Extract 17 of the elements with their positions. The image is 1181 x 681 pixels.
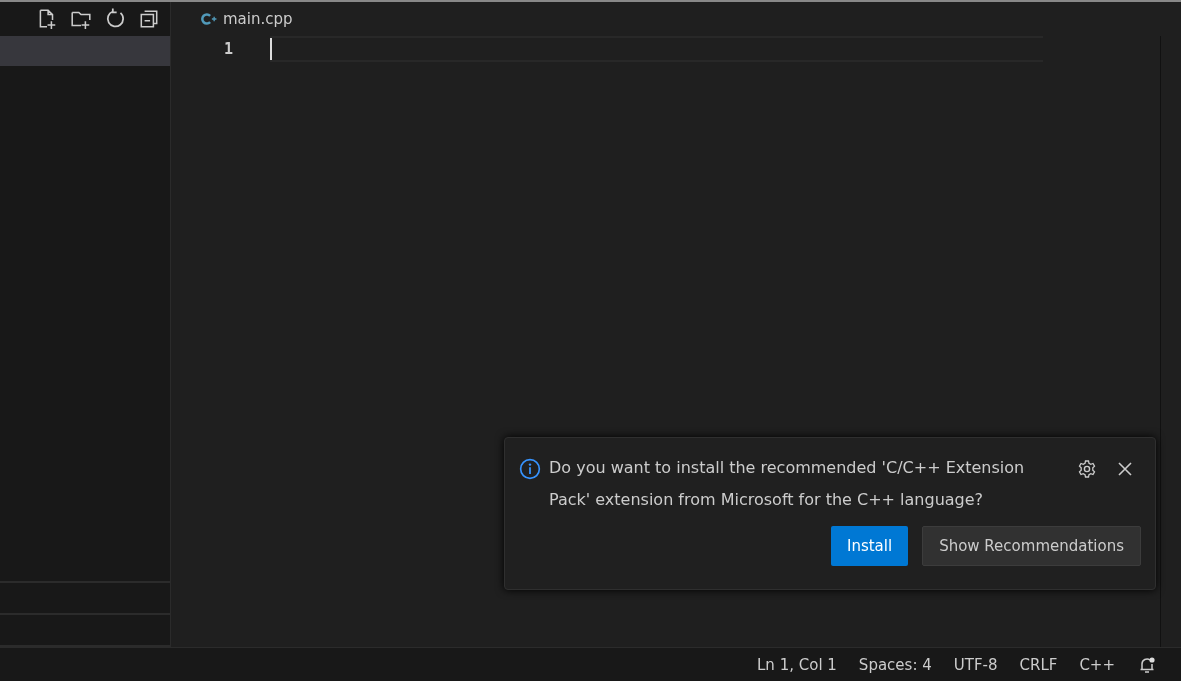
status-item[interactable]: Spaces: 4 — [858, 655, 932, 674]
cpp-file-icon — [201, 12, 217, 26]
status-item[interactable]: UTF-8 — [953, 655, 998, 674]
editor-tab[interactable]: main.cpp — [171, 2, 305, 36]
install-button[interactable]: Install — [830, 526, 909, 566]
text-cursor — [270, 38, 272, 60]
status-item[interactable]: Ln 1, Col 1 — [757, 655, 837, 674]
info-icon — [519, 458, 541, 480]
settings-icon[interactable] — [1077, 459, 1097, 479]
tab-label: main.cpp — [223, 10, 293, 28]
line-number: 1 — [222, 40, 233, 58]
refresh-icon[interactable] — [104, 8, 126, 30]
recommendations-button[interactable]: Show Recommendations — [922, 526, 1141, 566]
collapse-all-icon[interactable] — [138, 8, 160, 30]
status-item[interactable]: CRLF — [1019, 655, 1058, 674]
status-item[interactable]: C++ — [1079, 655, 1115, 674]
notification-message: Do you want to install the recommended 'C/C++ Extension Pack' extension from Microsoft for the C++ language? — [549, 457, 1026, 511]
